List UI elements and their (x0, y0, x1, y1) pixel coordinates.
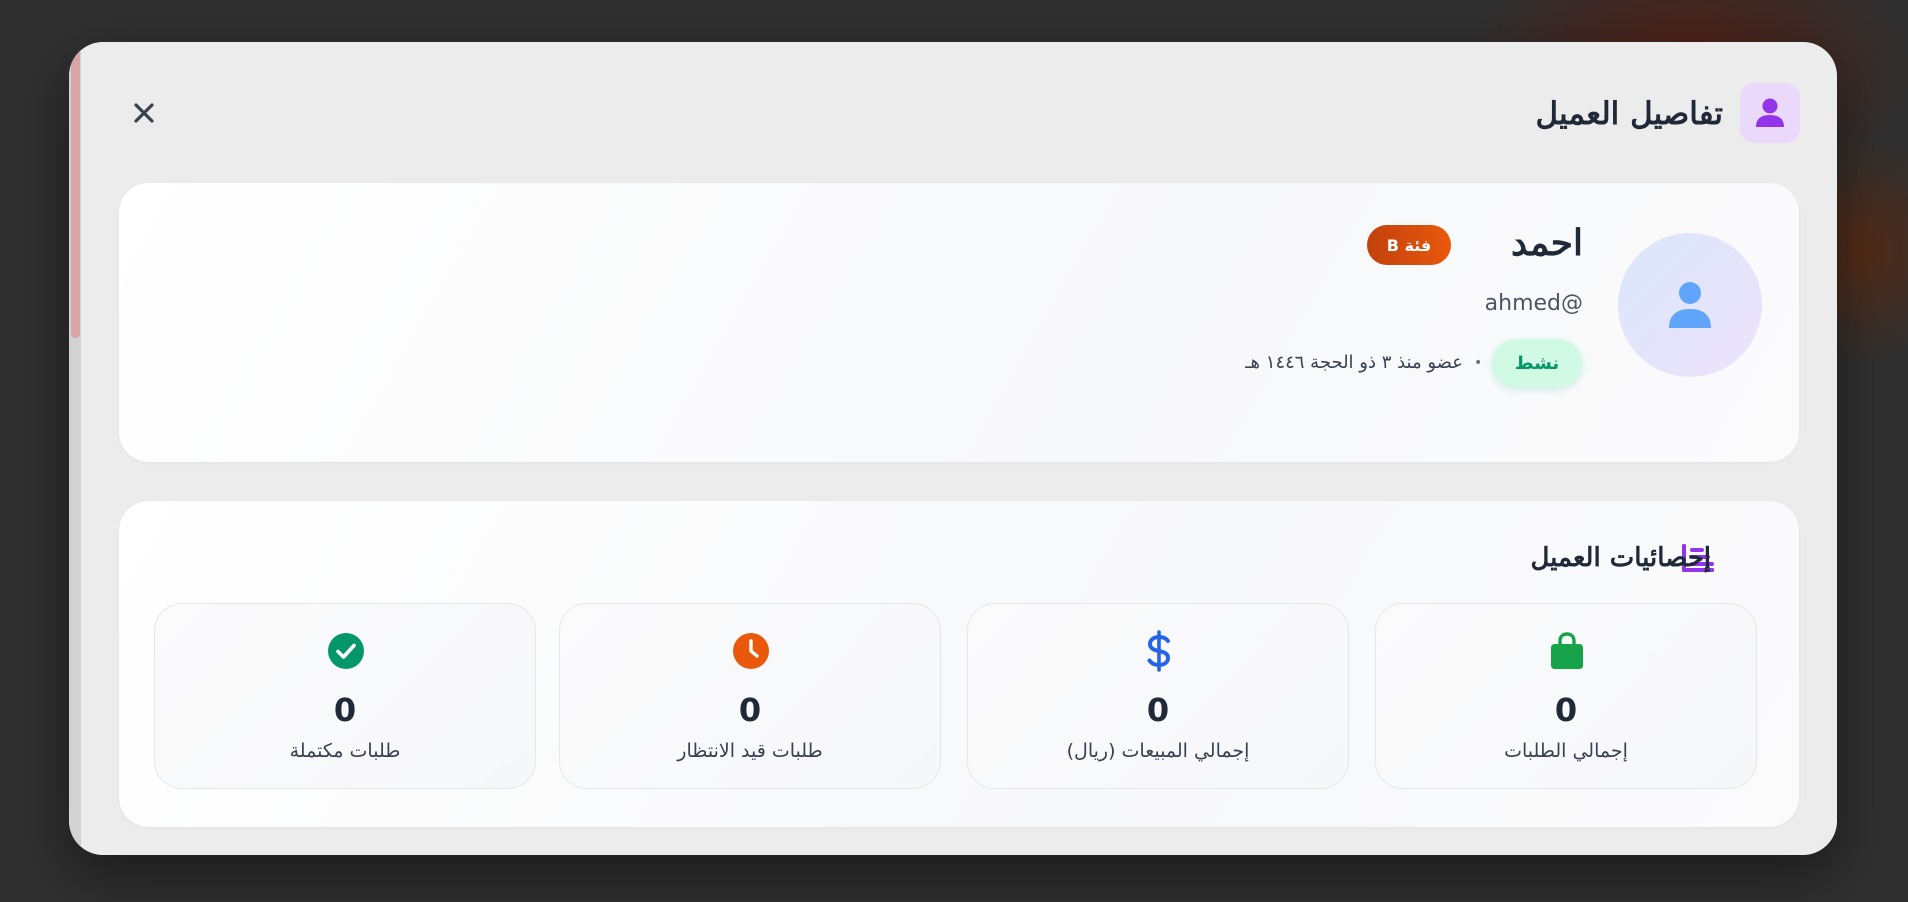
stat-label: إجمالي الطلبات (1504, 740, 1628, 762)
stat-value: 0 (1554, 691, 1578, 729)
stat-total-sales: 0 إجمالي المبيعات (ريال) (967, 603, 1349, 789)
stat-label: طلبات مكتملة (289, 740, 401, 762)
stat-label: إجمالي المبيعات (ريال) (1066, 740, 1250, 762)
member-since: عضو منذ ٣ ذو الحجة ١٤٤٦ هـ (1245, 352, 1463, 373)
close-icon (134, 103, 154, 123)
stat-value: 0 (333, 691, 357, 729)
check-circle-icon (326, 631, 366, 671)
modal-title: تفاصيل العميل (1535, 96, 1723, 132)
user-icon (1669, 282, 1711, 328)
clock-icon (731, 631, 771, 671)
customer-details-modal: تفاصيل العميل احمد فئة B ahmed@ نشط • عض… (69, 42, 1837, 855)
customer-name: احمد (1511, 222, 1583, 264)
stat-label: طلبات قيد الانتظار (677, 740, 823, 762)
avatar (1618, 233, 1762, 377)
modal-header: تفاصيل العميل (69, 42, 1837, 182)
stat-value: 0 (738, 691, 762, 729)
status-badge: نشط (1492, 339, 1582, 387)
dollar-icon (1139, 630, 1179, 672)
category-badge: فئة B (1367, 225, 1451, 265)
username: ahmed@ (1484, 291, 1583, 316)
user-icon (1740, 83, 1800, 143)
shopping-bag-icon (1547, 631, 1587, 671)
customer-stats-card: إحصائيات العميل 0 إجمالي الطلبات 0 إجمال… (119, 501, 1799, 827)
stats-title: إحصائيات العميل (1530, 543, 1711, 573)
stat-pending-orders: 0 طلبات قيد الانتظار (559, 603, 941, 789)
customer-profile-card: احمد فئة B ahmed@ نشط • عضو منذ ٣ ذو الح… (119, 183, 1799, 462)
separator-dot: • (1474, 355, 1483, 371)
stat-total-orders: 0 إجمالي الطلبات (1375, 603, 1757, 789)
close-button[interactable] (124, 93, 164, 133)
stat-completed-orders: 0 طلبات مكتملة (154, 603, 536, 789)
stat-value: 0 (1146, 691, 1170, 729)
